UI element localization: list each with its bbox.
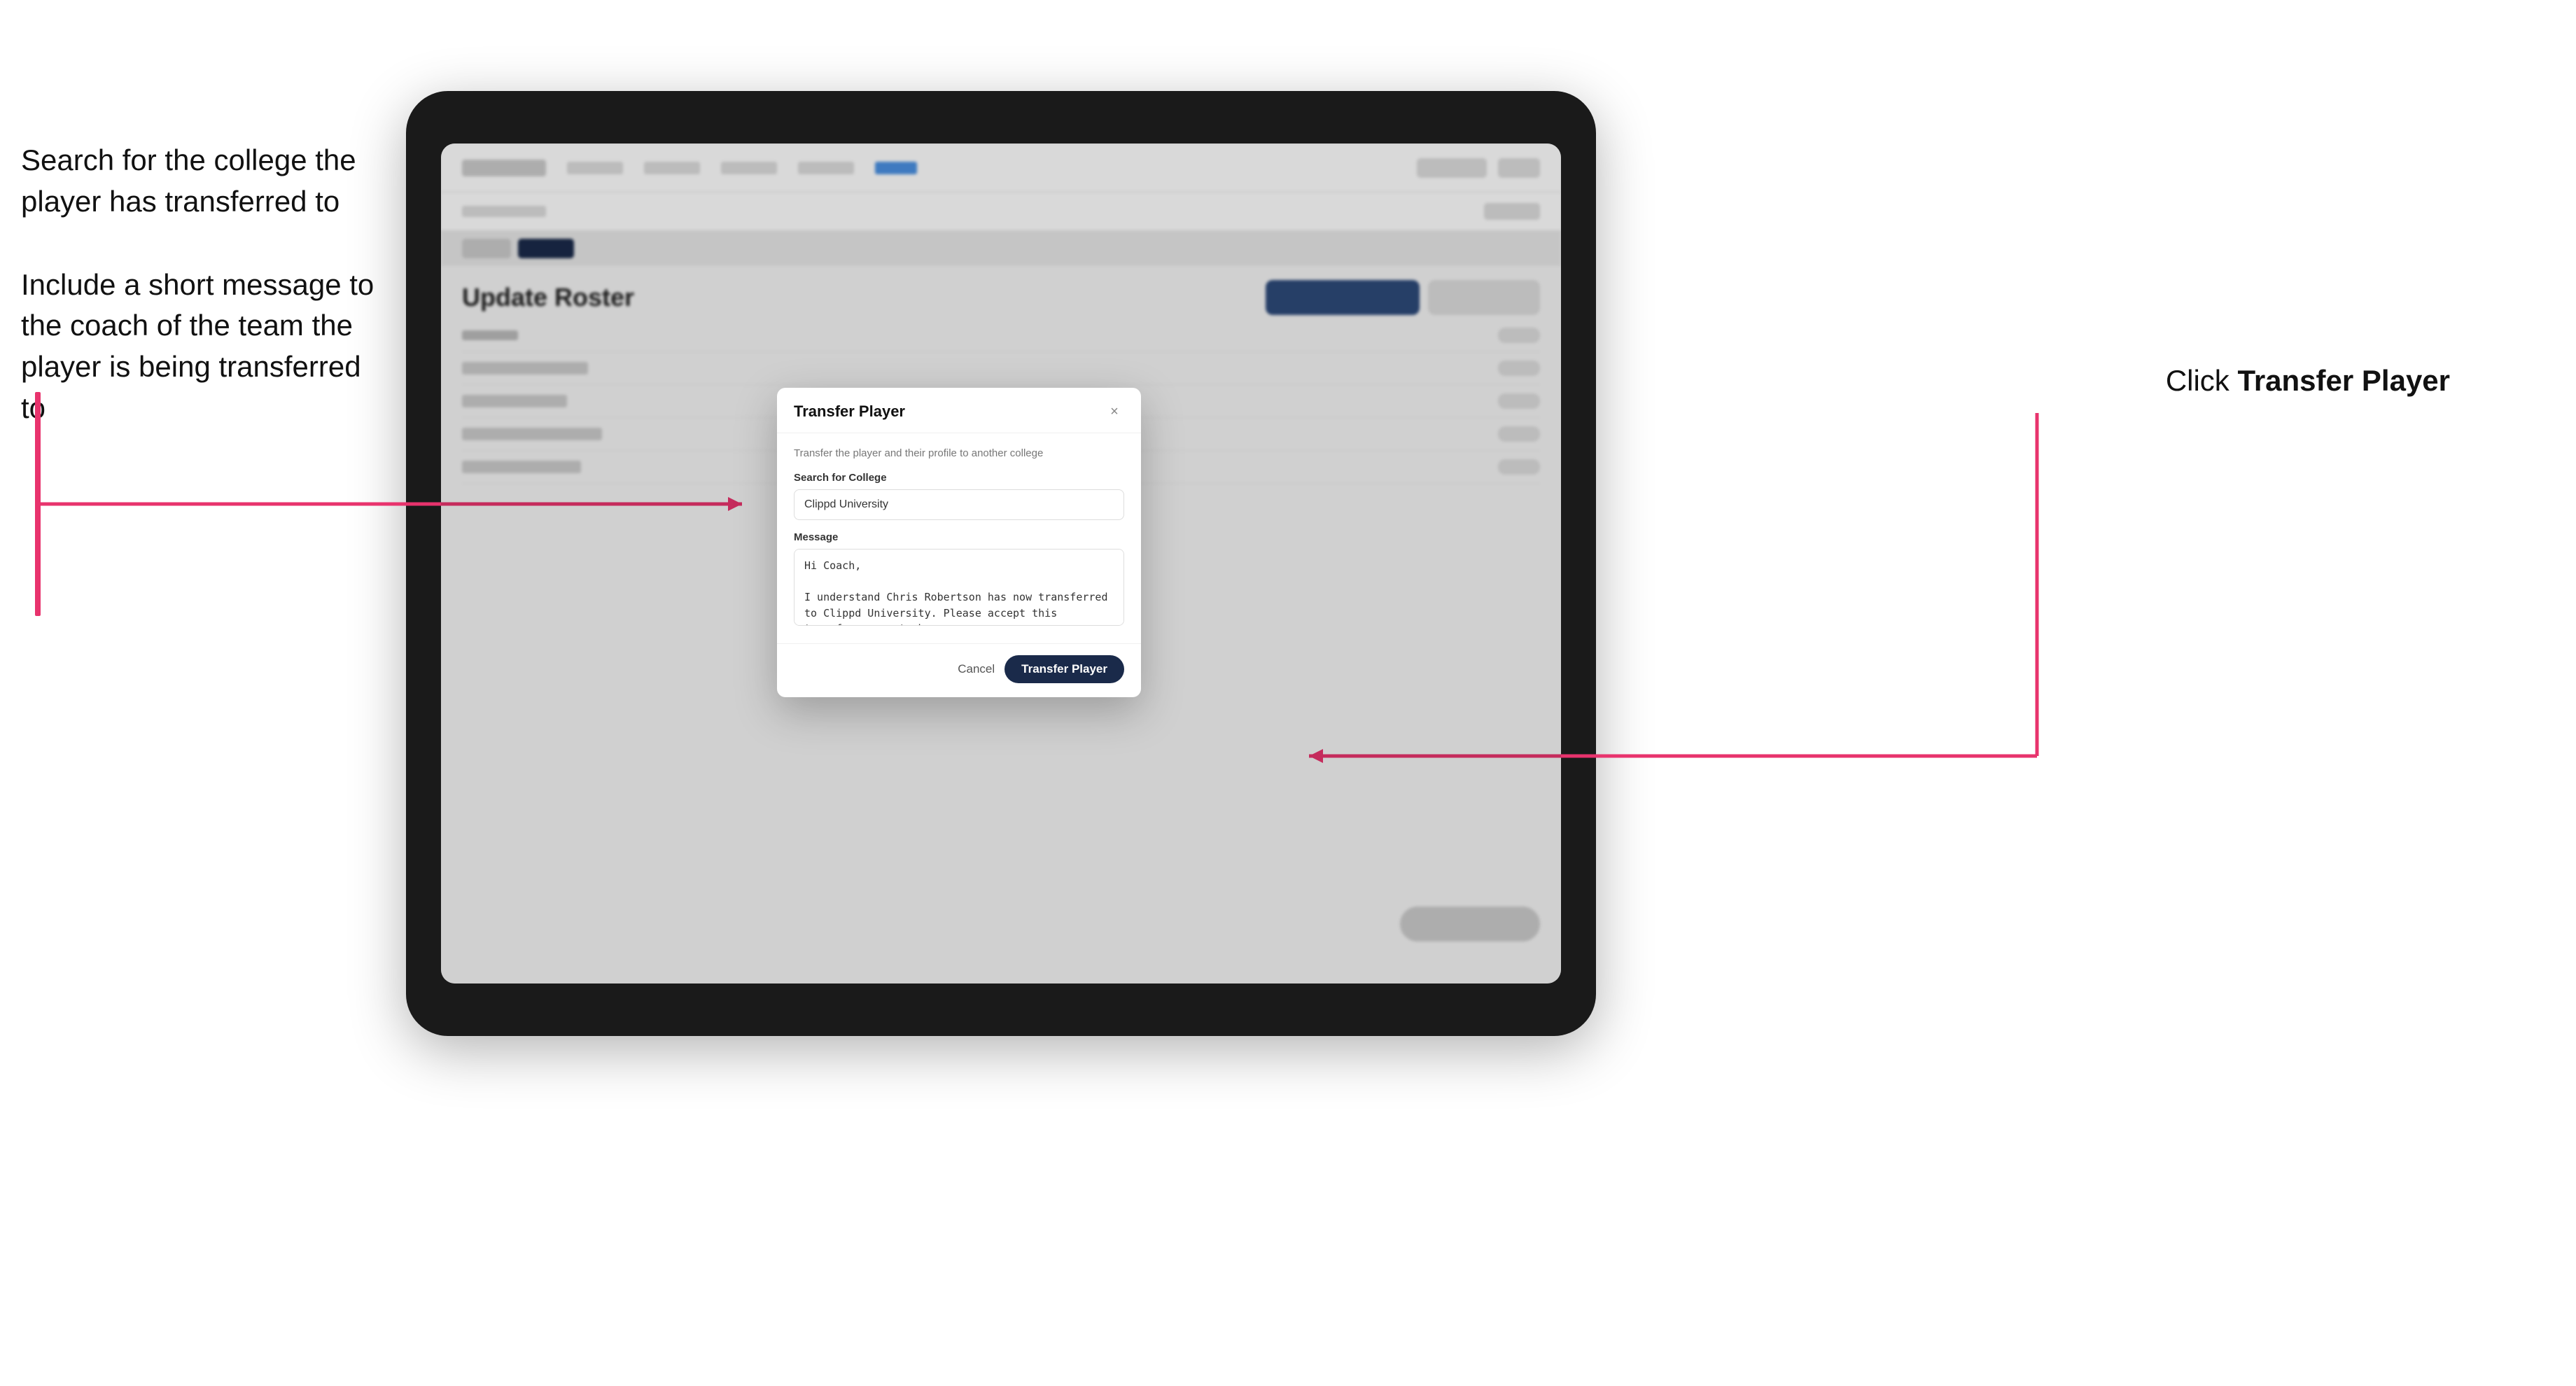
annotation-text-2: Include a short message to the coach of … <box>21 265 385 429</box>
modal-body: Transfer the player and their profile to… <box>777 433 1141 643</box>
modal-description: Transfer the player and their profile to… <box>794 447 1124 459</box>
search-college-input[interactable] <box>794 489 1124 520</box>
transfer-player-modal[interactable]: Transfer Player × Transfer the player an… <box>777 388 1141 697</box>
transfer-player-button[interactable]: Transfer Player <box>1004 655 1124 683</box>
tablet-screen: Update Roster <box>441 144 1561 983</box>
left-annotations: Search for the college the player has tr… <box>21 140 385 429</box>
modal-overlay: Transfer Player × Transfer the player an… <box>441 144 1561 983</box>
message-label: Message <box>794 531 1124 543</box>
right-annotation: Click Transfer Player <box>2166 364 2450 398</box>
modal-close-button[interactable]: × <box>1105 402 1124 421</box>
modal-header: Transfer Player × <box>777 388 1141 433</box>
cancel-button[interactable]: Cancel <box>958 662 995 676</box>
message-textarea[interactable] <box>794 549 1124 626</box>
modal-title: Transfer Player <box>794 402 905 421</box>
tablet-device: Update Roster <box>406 91 1596 1036</box>
search-college-label: Search for College <box>794 472 1124 484</box>
modal-footer: Cancel Transfer Player <box>777 643 1141 697</box>
annotation-text-1: Search for the college the player has tr… <box>21 140 385 223</box>
